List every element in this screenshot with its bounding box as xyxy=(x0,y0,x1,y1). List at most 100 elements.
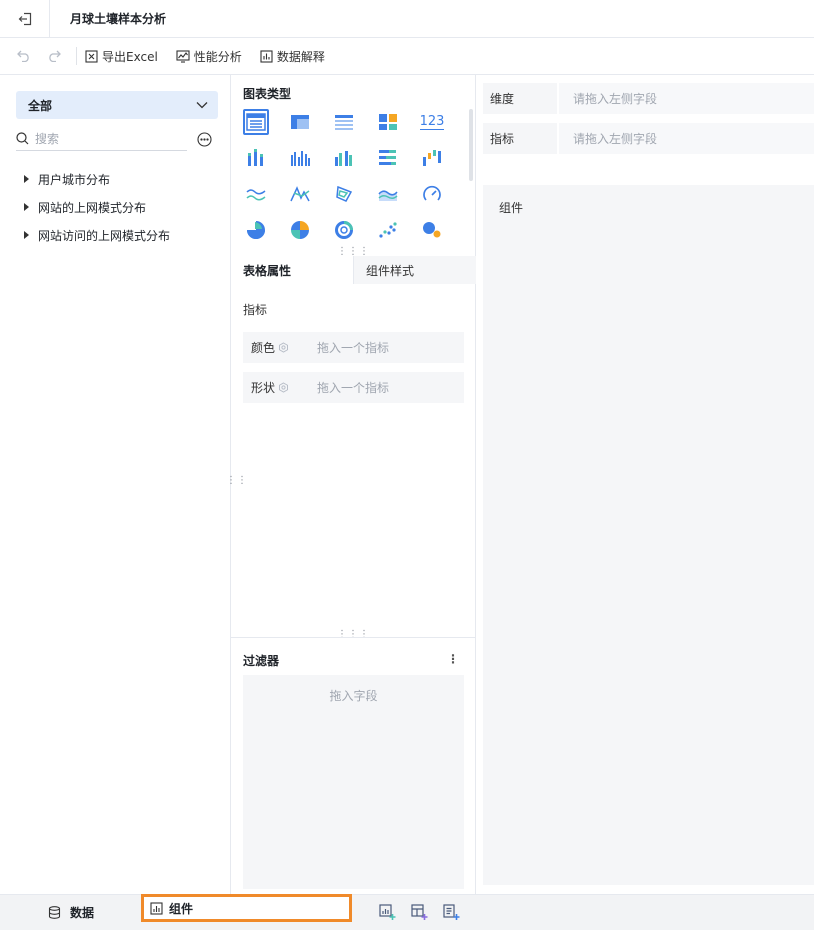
settings-icon xyxy=(279,342,289,353)
canvas-panel: 维度 请拖入左侧字段 指标 请拖入左侧字段 组件 xyxy=(477,75,814,894)
add-report-button[interactable] xyxy=(442,903,460,921)
chart-type-number[interactable]: 123 xyxy=(419,109,445,135)
chart-type-bar[interactable] xyxy=(375,145,401,171)
chart-type-scrollbar[interactable] xyxy=(469,109,473,181)
shape-drop-field[interactable]: 形状 拖入一个指标 xyxy=(243,372,464,403)
performance-analysis-label: 性能分析 xyxy=(193,49,242,64)
tree-item[interactable]: 用户城市分布 xyxy=(24,165,170,193)
search-box xyxy=(16,127,187,151)
page-title: 月球土壤样本分析 xyxy=(70,12,167,26)
caret-right-icon xyxy=(24,203,29,211)
chart-config-panel: 图表类型 123 ⋮⋮⋮ 表格属性 组件样式 指标 颜色 拖入一个指标 形状 拖… xyxy=(231,75,476,894)
chart-type-resize-handle[interactable]: ⋮⋮⋮ xyxy=(337,247,370,257)
color-field-placeholder: 拖入一个指标 xyxy=(317,341,390,355)
tab-table-properties[interactable]: 表格属性 xyxy=(231,256,354,284)
bubble-chart-icon xyxy=(423,222,441,238)
add-chart-icon xyxy=(378,904,395,920)
chart-type-gauge[interactable] xyxy=(419,181,445,207)
toolbar-divider xyxy=(76,47,77,65)
chart-type-multi-bar[interactable] xyxy=(243,145,269,171)
bar-chart-icon xyxy=(379,150,396,165)
data-explain-button[interactable]: 数据解释 xyxy=(260,48,325,65)
exit-button[interactable] xyxy=(0,0,50,38)
tab-component-style[interactable]: 组件样式 xyxy=(354,256,476,284)
redo-button[interactable] xyxy=(42,44,66,68)
chart-type-table[interactable] xyxy=(243,109,269,135)
chart-type-waterfall[interactable] xyxy=(419,145,445,171)
chart-type-grouped-bar[interactable] xyxy=(287,145,313,171)
metric-label: 指标 xyxy=(483,123,557,154)
dataset-tree: 用户城市分布 网站的上网模式分布 网站访问的上网模式分布 xyxy=(24,165,170,249)
shape-field-label-wrap: 形状 xyxy=(251,379,317,396)
tab-component-label: 组件 xyxy=(169,901,194,916)
chart-type-multi-pie[interactable] xyxy=(287,217,313,243)
waterfall-chart-icon xyxy=(423,150,441,166)
tab-data-label: 数据 xyxy=(70,906,95,920)
chart-type-cross-table[interactable] xyxy=(331,109,357,135)
performance-icon xyxy=(176,49,190,63)
metrics-label: 指标 xyxy=(243,303,268,317)
more-options-icon[interactable] xyxy=(197,131,212,147)
export-excel-label: 导出Excel xyxy=(102,49,158,64)
toolbar: 导出Excel 性能分析 数据解释 xyxy=(0,38,814,75)
add-chart-component-button[interactable] xyxy=(378,903,396,921)
pie-chart-icon xyxy=(247,221,265,239)
scatter-chart-icon xyxy=(379,222,397,238)
cross-table-icon xyxy=(335,115,353,130)
chart-type-radar-line[interactable] xyxy=(287,181,313,207)
multi-pie-icon xyxy=(291,221,309,239)
stacked-column-icon xyxy=(248,149,263,166)
color-field-label: 颜色 xyxy=(251,341,276,355)
donut-chart-icon xyxy=(335,221,353,239)
chart-type-grid: 123 xyxy=(243,109,455,243)
tree-item[interactable]: 网站的上网模式分布 xyxy=(24,193,170,221)
filter-section: 过滤器 ⋮ 拖入字段 xyxy=(231,637,476,894)
filter-drop-zone[interactable]: 拖入字段 xyxy=(243,675,464,889)
chart-type-donut[interactable] xyxy=(331,217,357,243)
data-explain-label: 数据解释 xyxy=(276,49,325,64)
color-field-label-wrap: 颜色 xyxy=(251,339,317,356)
tab-data[interactable]: 数据 xyxy=(48,904,94,921)
chart-type-area[interactable] xyxy=(375,181,401,207)
chart-type-column[interactable] xyxy=(331,145,357,171)
radar-chart-icon xyxy=(336,185,353,202)
color-drop-field[interactable]: 颜色 拖入一个指标 xyxy=(243,332,464,363)
add-dashboard-icon xyxy=(410,904,427,920)
search-row xyxy=(16,127,212,151)
bottom-tab-bar: 数据 组件 xyxy=(0,894,814,930)
chart-type-bubble[interactable] xyxy=(419,217,445,243)
undo-button[interactable] xyxy=(12,44,36,68)
tab-component[interactable]: 组件 xyxy=(141,894,352,922)
kpi-card-icon xyxy=(379,114,397,130)
dataset-select[interactable]: 全部 xyxy=(16,91,218,119)
chart-type-grouped-table[interactable] xyxy=(287,109,313,135)
line-chart-icon xyxy=(246,189,266,201)
search-input[interactable] xyxy=(35,131,165,146)
metric-row: 指标 请拖入左侧字段 xyxy=(483,123,814,154)
redo-icon xyxy=(49,50,61,62)
dataset-select-value: 全部 xyxy=(28,98,53,113)
chevron-down-icon xyxy=(196,102,208,109)
number-chart-icon: 123 xyxy=(419,113,445,130)
export-excel-button[interactable]: 导出Excel xyxy=(85,48,158,65)
detail-table-icon xyxy=(246,113,266,131)
chart-type-kpi-card[interactable] xyxy=(375,109,401,135)
chart-type-scatter[interactable] xyxy=(375,217,401,243)
chart-type-radar[interactable] xyxy=(331,181,357,207)
gauge-chart-icon xyxy=(423,185,441,201)
performance-analysis-button[interactable]: 性能分析 xyxy=(176,48,242,65)
tab-table-properties-label: 表格属性 xyxy=(243,263,292,278)
database-icon xyxy=(48,906,61,919)
component-canvas[interactable]: 组件 xyxy=(483,185,814,885)
metric-drop-field[interactable]: 请拖入左侧字段 xyxy=(557,123,814,154)
tree-item[interactable]: 网站访问的上网模式分布 xyxy=(24,221,170,249)
chart-type-line[interactable] xyxy=(243,181,269,207)
chart-type-pie[interactable] xyxy=(243,217,269,243)
data-panel: 全部 用户城市分布 网站的上网模式分布 网站访问的上网模式分布 ⋮ xyxy=(0,75,247,894)
property-tabs: 表格属性 组件样式 xyxy=(231,256,476,284)
add-dashboard-button[interactable] xyxy=(410,903,428,921)
filter-more-button[interactable]: ⋮ xyxy=(447,652,459,666)
filter-title: 过滤器 xyxy=(243,654,280,668)
dimension-drop-field[interactable]: 请拖入左侧字段 xyxy=(557,83,814,114)
polyline-chart-icon xyxy=(290,186,310,202)
